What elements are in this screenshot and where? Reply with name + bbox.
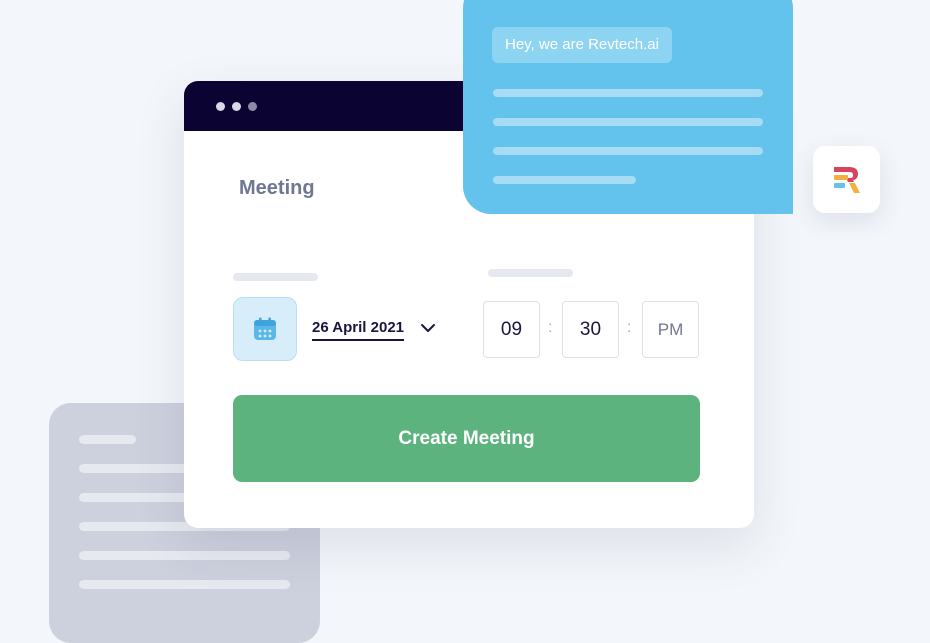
am-pm-input[interactable]: PM	[642, 301, 699, 358]
calendar-icon	[254, 317, 276, 340]
revtech-logo	[813, 146, 880, 213]
date-label-placeholder	[233, 273, 318, 281]
create-meeting-button[interactable]: Create Meeting	[233, 395, 700, 482]
window-dot-icon	[232, 102, 241, 111]
document-line	[79, 551, 290, 560]
hour-input[interactable]: 09	[483, 301, 540, 358]
time-separator: :	[627, 319, 632, 336]
page-title: Meeting	[239, 177, 315, 199]
chat-bubble: Hey, we are Revtech.ai	[463, 0, 793, 214]
date-select[interactable]: 26 April 2021	[312, 319, 404, 341]
chat-line	[493, 118, 763, 126]
chat-line	[493, 147, 763, 155]
time-label-placeholder	[488, 269, 573, 277]
minute-input[interactable]: 30	[562, 301, 619, 358]
time-separator: :	[548, 319, 553, 336]
chat-line	[493, 176, 636, 184]
document-line	[79, 580, 290, 589]
chat-greeting: Hey, we are Revtech.ai	[492, 27, 672, 63]
date-picker-button[interactable]	[233, 297, 297, 361]
chat-line	[493, 89, 763, 97]
window-dot-icon	[248, 102, 257, 111]
window-dot-icon	[216, 102, 225, 111]
chevron-down-icon[interactable]	[420, 320, 436, 336]
document-line	[79, 435, 136, 444]
revtech-logo-icon	[833, 166, 860, 193]
